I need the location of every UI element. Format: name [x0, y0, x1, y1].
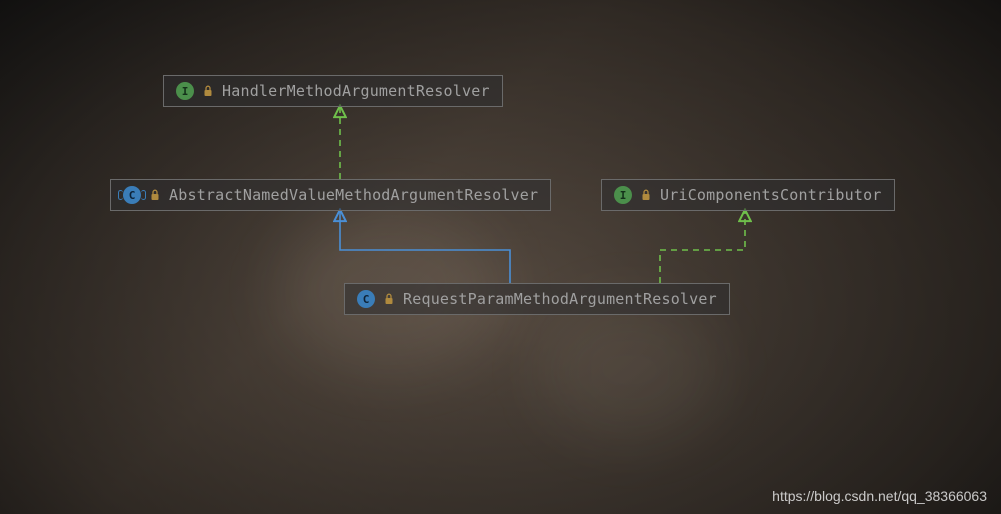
node-label: AbstractNamedValueMethodArgumentResolver	[169, 186, 538, 204]
lock-icon	[383, 293, 395, 305]
node-request-param-method-argument-resolver[interactable]: C RequestParamMethodArgumentResolver	[344, 283, 730, 315]
interface-icon: I	[176, 82, 194, 100]
class-icon: C	[357, 290, 375, 308]
node-label: UriComponentsContributor	[660, 186, 882, 204]
node-uri-components-contributor[interactable]: I UriComponentsContributor	[601, 179, 895, 211]
watermark-text: https://blog.csdn.net/qq_38366063	[772, 488, 987, 504]
diagram-canvas: I HandlerMethodArgumentResolver C Abstra…	[0, 0, 1001, 514]
node-abstract-named-value-method-argument-resolver[interactable]: C AbstractNamedValueMethodArgumentResolv…	[110, 179, 551, 211]
lock-icon	[202, 85, 214, 97]
lock-icon	[149, 189, 161, 201]
abstract-class-icon: C	[123, 186, 141, 204]
node-label: RequestParamMethodArgumentResolver	[403, 290, 717, 308]
node-label: HandlerMethodArgumentResolver	[222, 82, 490, 100]
interface-icon: I	[614, 186, 632, 204]
lock-icon	[640, 189, 652, 201]
bg-highlight	[540, 300, 720, 440]
node-handler-method-argument-resolver[interactable]: I HandlerMethodArgumentResolver	[163, 75, 503, 107]
